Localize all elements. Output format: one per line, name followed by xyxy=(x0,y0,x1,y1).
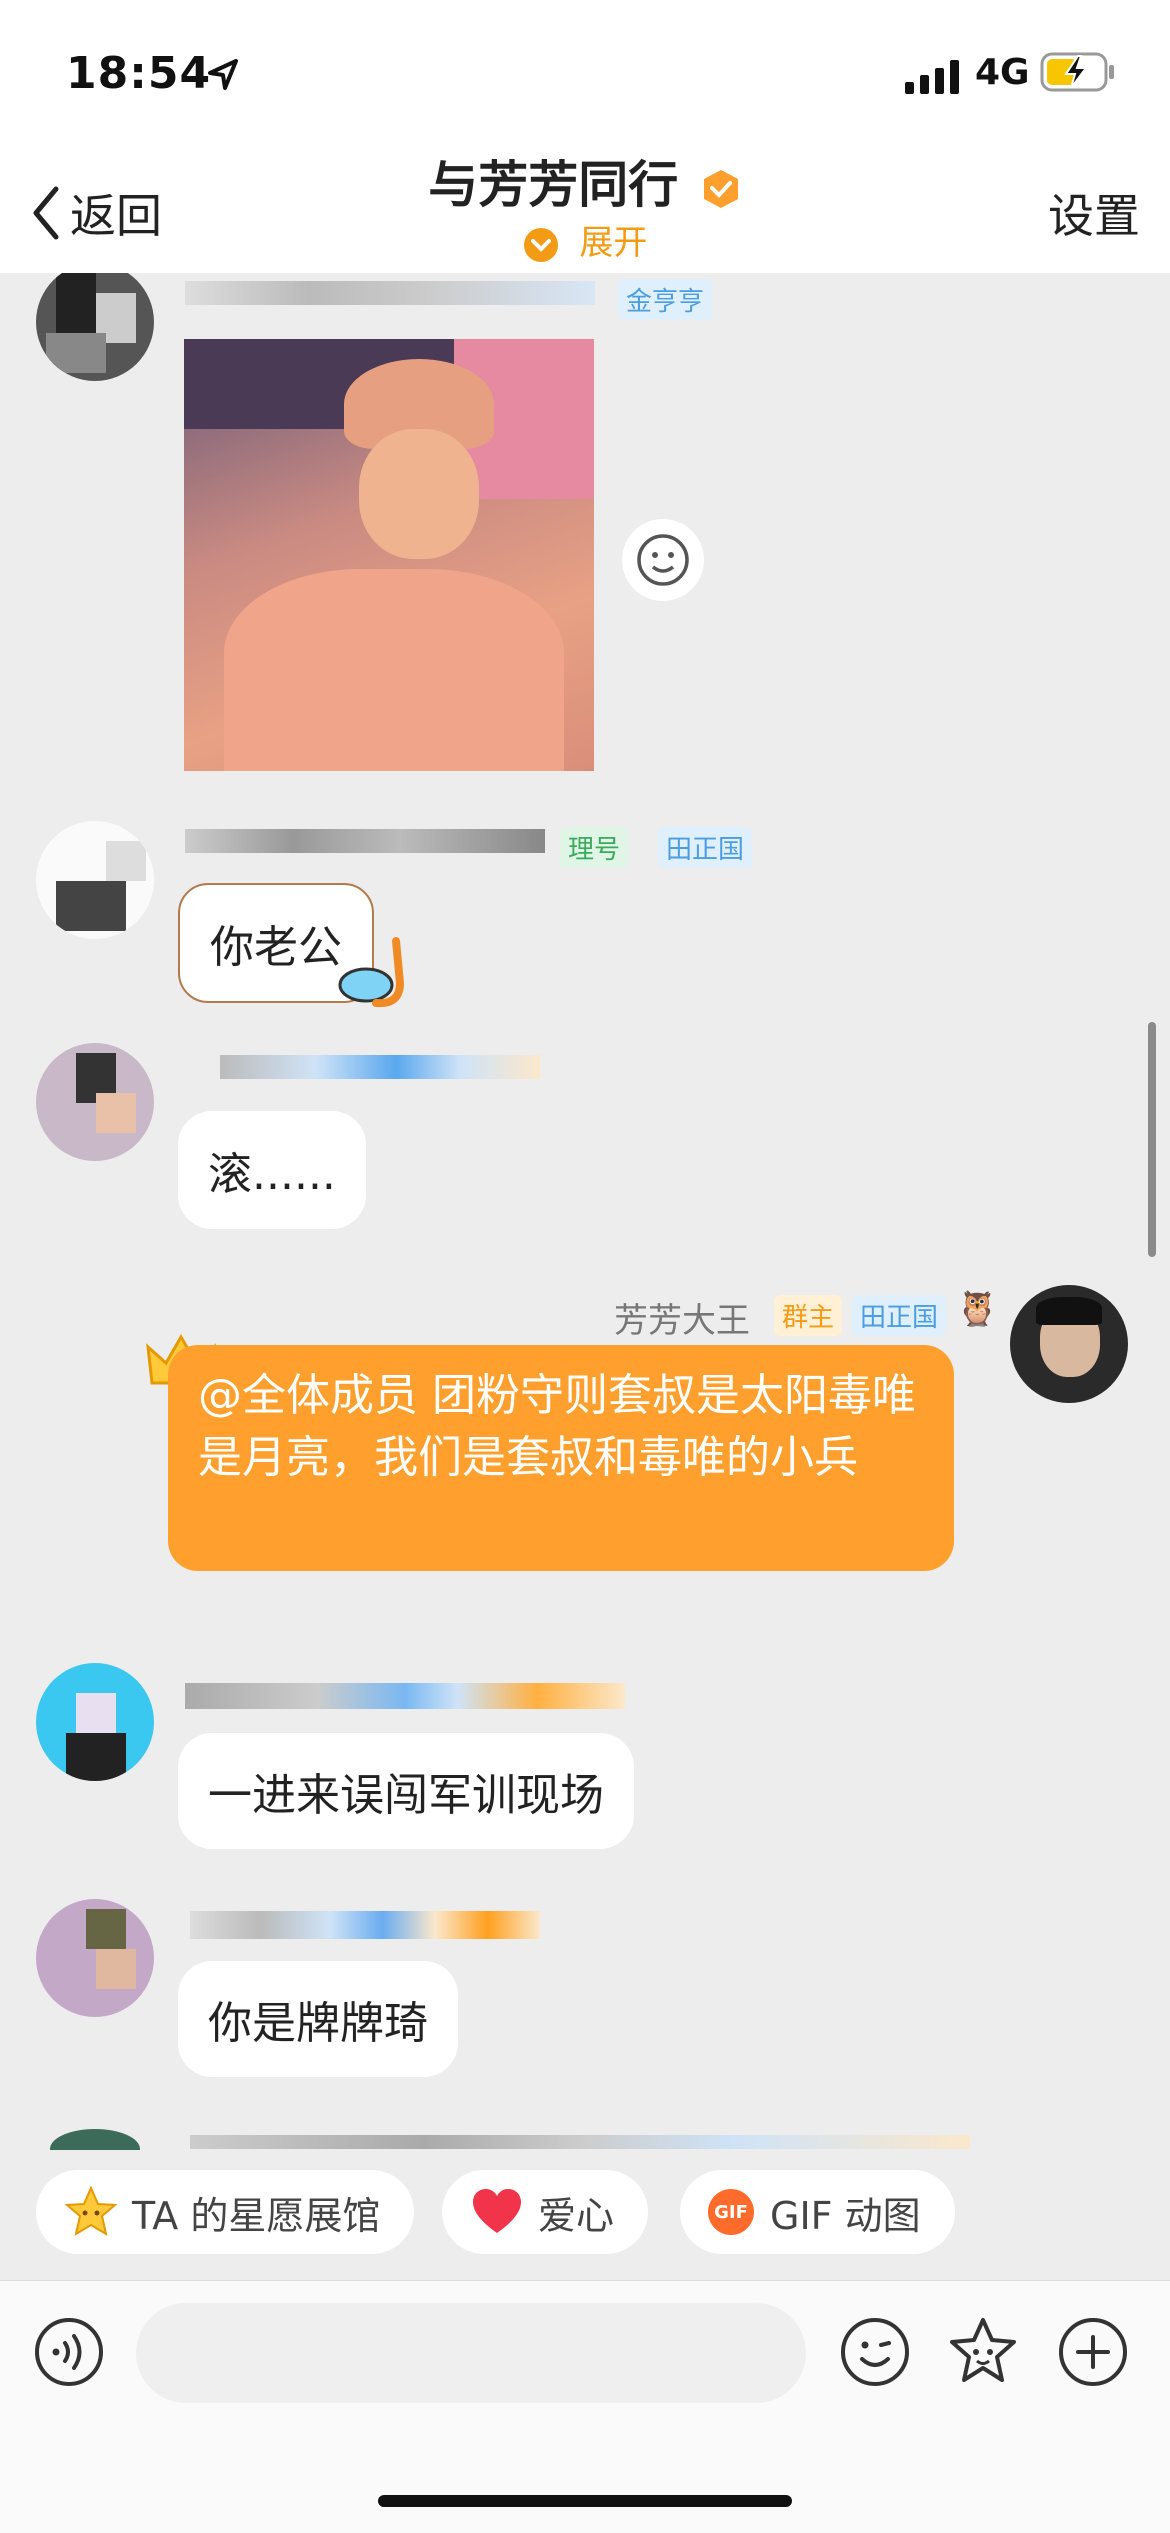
message-bubble[interactable]: 滚...... xyxy=(178,1111,366,1229)
status-time: 18:54 xyxy=(66,48,212,99)
sticker-star-icon[interactable] xyxy=(946,2315,1020,2389)
network-type: 4G xyxy=(975,52,1030,93)
owner-tag: 群主 xyxy=(774,1295,843,1336)
avatar[interactable] xyxy=(36,1663,154,1781)
star-icon xyxy=(64,2185,118,2237)
sender-name-redacted xyxy=(190,1911,540,1939)
snorkel-decoration-icon xyxy=(338,937,405,1008)
avatar[interactable] xyxy=(1010,1285,1128,1403)
verified-badge-icon xyxy=(703,169,738,208)
member-tag: 金亨亨 xyxy=(618,279,713,320)
message-bubble[interactable]: 你是牌牌琦 xyxy=(178,1961,458,2077)
gif-icon: GIF xyxy=(708,2189,754,2235)
avatar[interactable] xyxy=(36,273,154,381)
signal-icon xyxy=(905,60,959,94)
location-arrow-icon xyxy=(208,59,238,90)
shared-image[interactable] xyxy=(184,339,594,771)
avatar[interactable] xyxy=(36,1043,154,1161)
message-text: 你是牌牌琦 xyxy=(208,1998,428,2049)
emoji-icon[interactable] xyxy=(840,2317,910,2387)
quick-action-bar: TA 的星愿展馆 爱心 GIF GIF 动图 xyxy=(0,2150,1170,2280)
chip-label: 爱心 xyxy=(538,2193,615,2238)
sender-name-redacted xyxy=(220,1055,540,1079)
chat-header: 返回 与芳芳同行 展开 设置 xyxy=(0,135,1170,273)
member-tag: 理号 xyxy=(560,827,629,868)
star-wish-gallery-button[interactable]: TA 的星愿展馆 xyxy=(36,2170,415,2254)
chip-label: GIF 动图 xyxy=(770,2193,921,2238)
message-text: 你老公 xyxy=(210,922,342,973)
group-title-text: 与芳芳同行 xyxy=(428,156,679,214)
heart-icon xyxy=(473,2189,521,2233)
message-text: @全体成员 团粉守则套叔是太阳毒唯是月亮，我们是套叔和毒唯的小兵 xyxy=(198,1370,916,1483)
sender-name-redacted xyxy=(185,1683,625,1709)
owl-icon: 🦉 xyxy=(956,1289,999,1329)
sender-name-redacted xyxy=(185,281,595,305)
avatar[interactable] xyxy=(36,821,154,939)
voice-icon[interactable] xyxy=(34,2317,104,2387)
sender-name-redacted xyxy=(190,2135,970,2149)
battery-charging-icon xyxy=(1040,52,1114,92)
sender-name: 芳芳大王 xyxy=(614,1301,750,1341)
expand-label: 展开 xyxy=(579,223,648,263)
message-text: 一进来误闯军训现场 xyxy=(208,1770,604,1821)
avatar[interactable] xyxy=(50,2129,140,2150)
message-input[interactable] xyxy=(136,2303,806,2403)
smile-face-icon xyxy=(637,534,689,586)
group-title: 与芳芳同行 xyxy=(0,145,1170,217)
sticker-react-button[interactable] xyxy=(622,519,704,601)
message-text: 滚...... xyxy=(208,1149,336,1200)
message-bubble[interactable]: 一进来误闯军训现场 xyxy=(178,1733,634,1849)
member-tag: 田正国 xyxy=(852,1295,947,1336)
member-tag: 田正国 xyxy=(658,827,753,868)
chat-list[interactable]: 金亨亨 理号 田正国 你老公 滚...... 芳芳大王 群主 田正国 🦉 @全体… xyxy=(0,273,1170,2150)
message-bubble[interactable]: @全体成员 团粉守则套叔是太阳毒唯是月亮，我们是套叔和毒唯的小兵 xyxy=(168,1345,954,1571)
chat-scrollbar[interactable] xyxy=(1148,1022,1156,1257)
home-indicator xyxy=(378,2495,792,2507)
input-bar xyxy=(0,2280,1170,2533)
chevron-down-circle-icon xyxy=(523,227,558,262)
avatar[interactable] xyxy=(36,1899,154,2017)
expand-toggle[interactable]: 展开 xyxy=(0,215,1170,264)
sender-name-redacted xyxy=(185,829,545,853)
chip-label: TA 的星愿展馆 xyxy=(132,2193,381,2238)
settings-button[interactable]: 设置 xyxy=(1048,180,1140,246)
gif-button[interactable]: GIF GIF 动图 xyxy=(680,2170,955,2254)
plus-icon[interactable] xyxy=(1058,2317,1128,2387)
heart-button[interactable]: 爱心 xyxy=(442,2170,649,2254)
